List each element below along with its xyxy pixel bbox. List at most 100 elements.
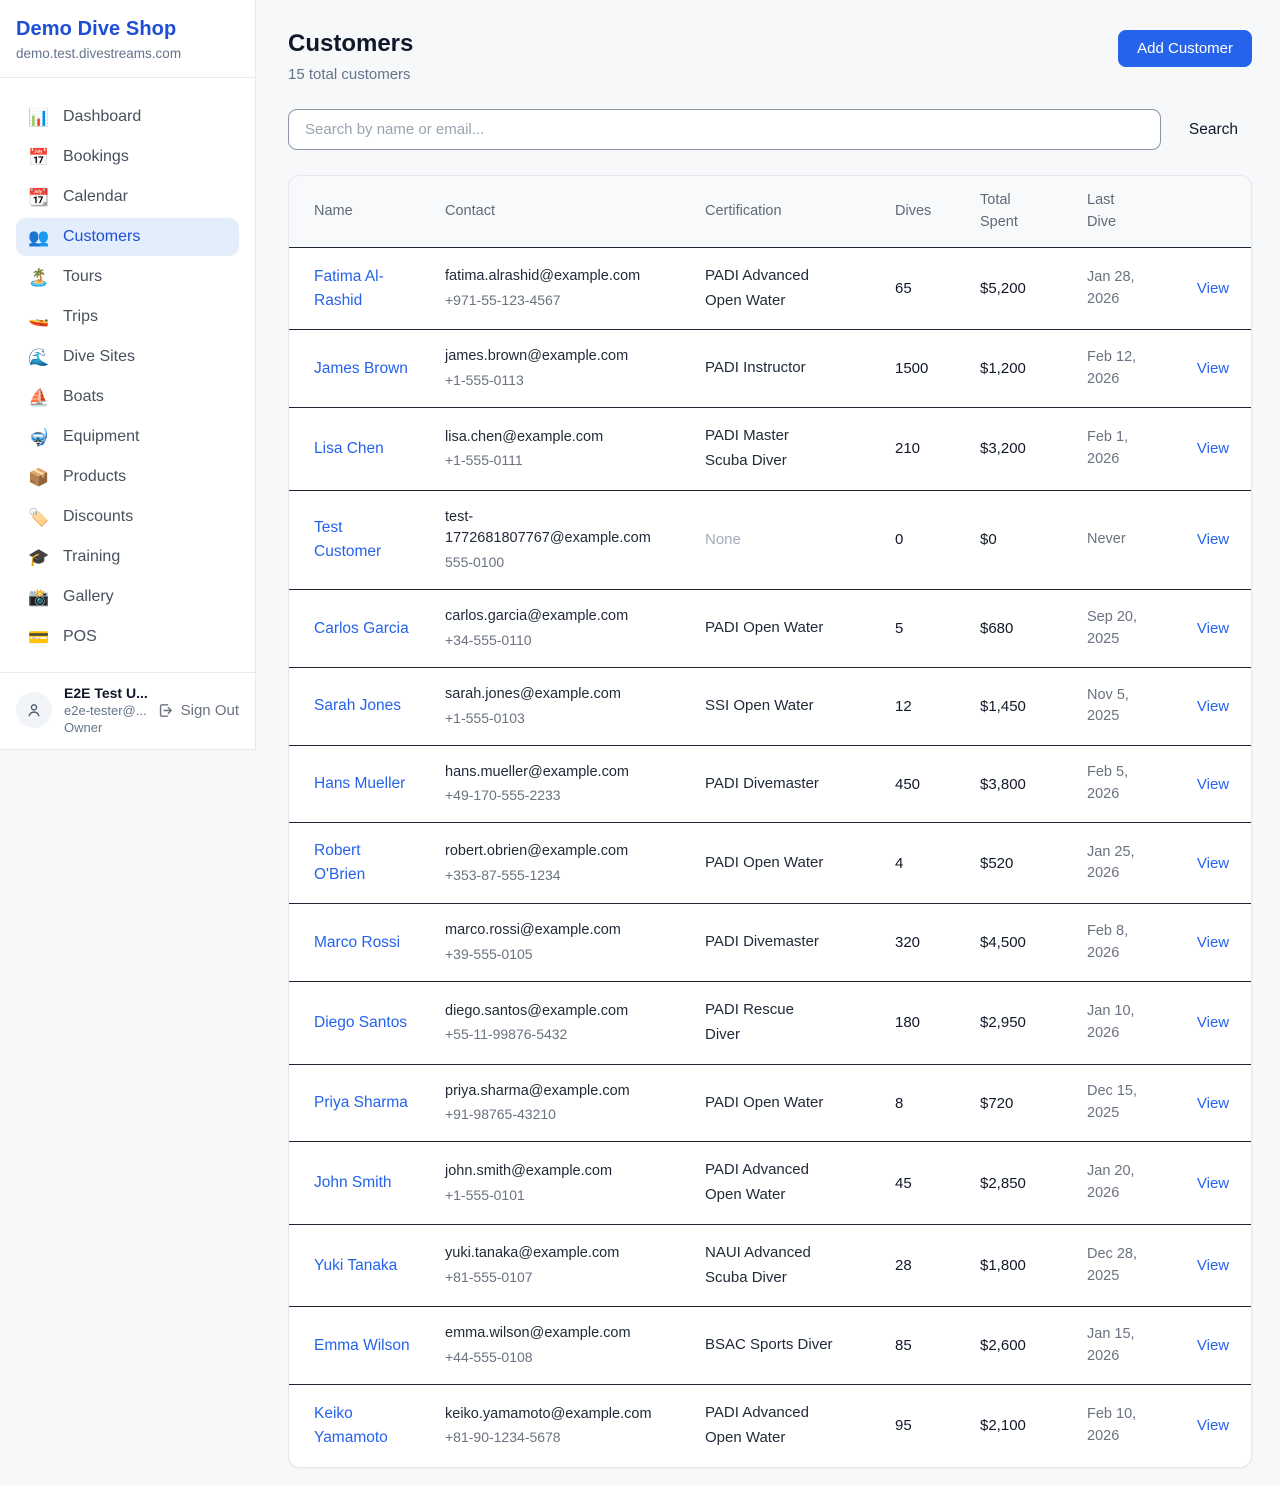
user-info: E2E Test U... e2e-tester@... Owner [64,685,145,735]
customer-name-link[interactable]: Priya Sharma [314,1091,408,1115]
column-header-name: Name [289,176,429,247]
sidebar-item-dive-sites[interactable]: 🌊 Dive Sites [16,338,239,376]
sidebar-item-label: Dive Sites [63,348,135,366]
table-row: Sarah Jones sarah.jones@example.com+1-55… [289,667,1251,745]
customer-last-dive: Feb 8, 2026 [1071,904,1175,982]
customer-certification: PADI Rescue Diver [705,998,833,1048]
customer-last-dive: Jan 28, 2026 [1071,247,1175,330]
customer-last-dive: Jan 25, 2026 [1071,823,1175,904]
search-input[interactable] [288,109,1161,150]
logout-icon [157,702,174,719]
sign-out-button[interactable]: Sign Out [157,702,239,719]
sidebar-item-calendar[interactable]: 📆 Calendar [16,178,239,216]
customer-certification: PADI Open Water [705,1091,833,1116]
customer-name-link[interactable]: Yuki Tanaka [314,1254,397,1278]
customer-certification: PADI Divemaster [705,772,833,797]
customer-name-link[interactable]: Emma Wilson [314,1334,410,1358]
shop-header: Demo Dive Shop demo.test.divestreams.com [0,0,255,78]
customer-email: marco.rossi@example.com [445,920,673,942]
sidebar-item-boats[interactable]: ⛵ Boats [16,378,239,416]
view-link[interactable]: View [1197,360,1229,377]
customer-last-dive: Feb 12, 2026 [1071,330,1175,408]
customer-certification: PADI Instructor [705,356,833,381]
customer-name-link[interactable]: Marco Rossi [314,931,400,955]
customers-table-card: Name Contact Certification Dives Total S… [288,175,1252,1468]
customer-last-dive: Jan 15, 2026 [1071,1307,1175,1385]
customer-name-link[interactable]: John Smith [314,1171,392,1195]
customer-dives: 210 [879,408,964,491]
sidebar-item-trips[interactable]: 🚤 Trips [16,298,239,336]
view-link[interactable]: View [1197,698,1229,715]
customer-dives: 95 [879,1385,964,1467]
diving-mask-icon: 🤿 [28,429,50,446]
graduation-cap-icon: 🎓 [28,549,50,566]
customer-name-link[interactable]: Fatima Al-Rashid [314,265,413,313]
customer-name-link[interactable]: Robert O'Brien [314,839,413,887]
view-link[interactable]: View [1197,1014,1229,1031]
customer-name-link[interactable]: Test Customer [314,516,413,564]
sidebar-item-customers[interactable]: 👥 Customers [16,218,239,256]
customer-certification: PADI Divemaster [705,930,833,955]
view-link[interactable]: View [1197,1095,1229,1112]
customer-total-spent: $3,800 [964,745,1071,823]
customer-name-link[interactable]: Lisa Chen [314,437,384,461]
customer-email: diego.santos@example.com [445,1001,673,1023]
view-link[interactable]: View [1197,1175,1229,1192]
customers-table: Name Contact Certification Dives Total S… [289,176,1251,1467]
column-header-certification: Certification [689,176,879,247]
customer-phone: +49-170-555-2233 [445,785,673,806]
view-link[interactable]: View [1197,1257,1229,1274]
customer-phone: +971-55-123-4567 [445,290,673,311]
customer-name-link[interactable]: Sarah Jones [314,694,401,718]
customer-total-spent: $1,800 [964,1224,1071,1307]
view-link[interactable]: View [1197,1337,1229,1354]
sidebar-item-equipment[interactable]: 🤿 Equipment [16,418,239,456]
customer-dives: 28 [879,1224,964,1307]
customer-email: robert.obrien@example.com [445,841,673,863]
view-link[interactable]: View [1197,855,1229,872]
sidebar-item-pos[interactable]: 💳 POS [16,618,239,656]
add-customer-button[interactable]: Add Customer [1118,30,1252,67]
sidebar-item-products[interactable]: 📦 Products [16,458,239,496]
view-link[interactable]: View [1197,280,1229,297]
column-header-actions [1175,176,1251,247]
person-icon [25,701,43,719]
search-button[interactable]: Search [1189,121,1238,139]
shop-name: Demo Dive Shop [16,18,239,41]
customer-name-link[interactable]: Keiko Yamamoto [314,1402,413,1450]
customer-email: james.brown@example.com [445,346,673,368]
customer-email: yuki.tanaka@example.com [445,1243,673,1265]
customer-name-link[interactable]: Diego Santos [314,1011,407,1035]
customer-total-spent: $0 [964,490,1071,590]
table-row: Robert O'Brien robert.obrien@example.com… [289,823,1251,904]
view-link[interactable]: View [1197,1417,1229,1434]
sidebar-item-training[interactable]: 🎓 Training [16,538,239,576]
customer-certification: BSAC Sports Diver [705,1333,833,1358]
view-link[interactable]: View [1197,776,1229,793]
column-header-last-dive: Last Dive [1071,176,1175,247]
customer-name-link[interactable]: Carlos Garcia [314,617,409,641]
customer-phone: +55-11-99876-5432 [445,1024,673,1045]
table-row: Yuki Tanaka yuki.tanaka@example.com+81-5… [289,1224,1251,1307]
view-link[interactable]: View [1197,934,1229,951]
sidebar-item-bookings[interactable]: 📅 Bookings [16,138,239,176]
customer-dives: 65 [879,247,964,330]
sidebar-item-label: Gallery [63,588,114,606]
table-row: Diego Santos diego.santos@example.com+55… [289,982,1251,1065]
sidebar-item-discounts[interactable]: 🏷️ Discounts [16,498,239,536]
table-row: Carlos Garcia carlos.garcia@example.com+… [289,590,1251,668]
view-link[interactable]: View [1197,620,1229,637]
customer-total-spent: $680 [964,590,1071,668]
customer-name-link[interactable]: James Brown [314,357,408,381]
view-link[interactable]: View [1197,531,1229,548]
customer-dives: 8 [879,1064,964,1142]
avatar [16,692,52,728]
sidebar-item-dashboard[interactable]: 📊 Dashboard [16,98,239,136]
customer-name-link[interactable]: Hans Mueller [314,772,405,796]
view-link[interactable]: View [1197,440,1229,457]
customer-last-dive: Feb 1, 2026 [1071,408,1175,491]
table-row: Emma Wilson emma.wilson@example.com+44-5… [289,1307,1251,1385]
customer-last-dive: Feb 10, 2026 [1071,1385,1175,1467]
sidebar-item-tours[interactable]: 🏝️ Tours [16,258,239,296]
sidebar-item-gallery[interactable]: 📸 Gallery [16,578,239,616]
